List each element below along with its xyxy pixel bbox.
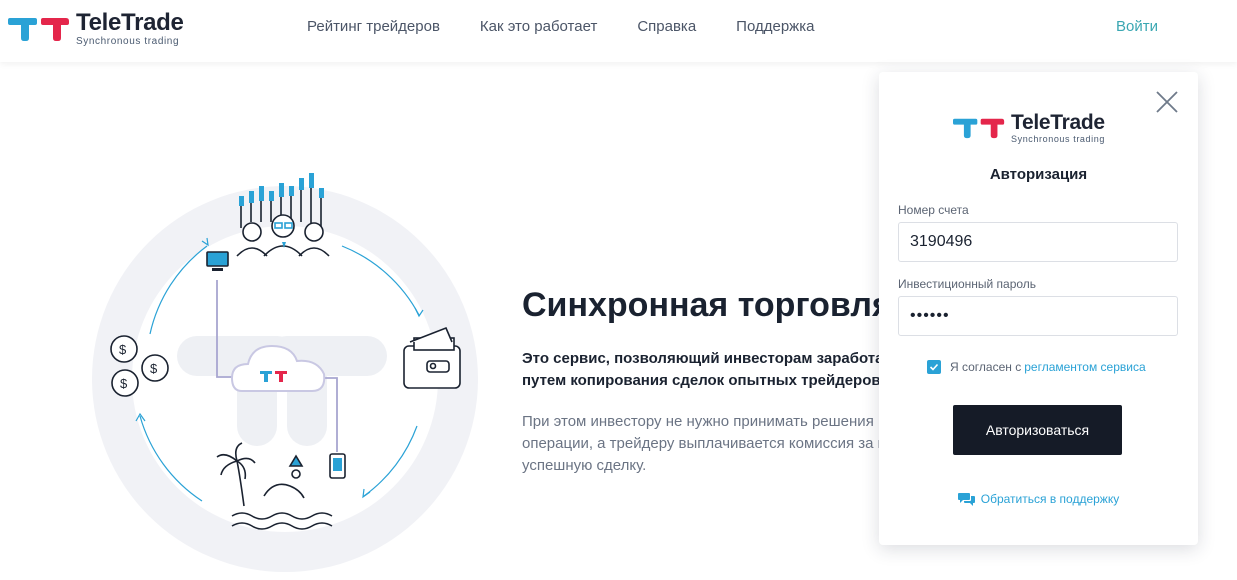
illustration-graphics: $ $ $	[110, 173, 461, 530]
login-link[interactable]: Войти	[1116, 18, 1158, 35]
nav-support[interactable]: Поддержка	[736, 18, 814, 35]
svg-text:$: $	[150, 361, 158, 376]
support-link[interactable]: Обратиться в поддержку	[879, 492, 1198, 506]
svg-text:$: $	[119, 342, 127, 357]
panel-logo: TeleTrade Synchronous trading	[953, 112, 1105, 144]
nav-traders-rating[interactable]: Рейтинг трейдеров	[307, 18, 440, 35]
teletrade-logo-icon	[8, 18, 69, 41]
traders-icon	[236, 173, 330, 257]
desktop-icon	[206, 251, 229, 271]
beach-icon	[216, 442, 333, 530]
support-label: Обратиться в поддержку	[980, 492, 1120, 506]
close-icon[interactable]	[1155, 90, 1179, 114]
phone-icon	[329, 453, 346, 479]
login-title: Авторизация	[989, 166, 1088, 183]
brand-tagline: Synchronous trading	[76, 36, 180, 47]
hero-title: Синхронная торговля	[522, 286, 892, 324]
brand-tagline: Synchronous trading	[1011, 134, 1105, 144]
brand-name: TeleTrade	[1011, 111, 1105, 134]
password-input[interactable]: ••••••	[898, 296, 1178, 336]
main-nav: Рейтинг трейдеров Как это работает Справ…	[307, 18, 814, 35]
page: TeleTrade Synchronous trading Рейтинг тр…	[0, 0, 1237, 580]
agree-text: Я согласен с	[950, 360, 1022, 374]
svg-text:$: $	[120, 376, 128, 391]
login-panel: TeleTrade Synchronous trading Авторизаци…	[879, 72, 1198, 545]
teletrade-logo-icon	[953, 118, 1005, 139]
service-rules-link[interactable]: регламентом сервиса	[1024, 360, 1145, 374]
nav-help[interactable]: Справка	[637, 18, 696, 35]
header-logo[interactable]: TeleTrade Synchronous trading	[8, 11, 184, 47]
checkmark-icon	[929, 363, 939, 371]
nav-how-it-works[interactable]: Как это работает	[480, 18, 597, 35]
authorize-button[interactable]: Авторизоваться	[953, 405, 1122, 455]
coins-icon: $ $ $	[110, 335, 169, 397]
top-header: TeleTrade Synchronous trading Рейтинг тр…	[0, 0, 1237, 62]
agree-row: Я согласен с регламентом сервиса	[927, 360, 1146, 374]
password-label: Инвестиционный пароль	[898, 277, 1037, 291]
wallet-icon	[403, 326, 461, 389]
agree-checkbox[interactable]	[927, 360, 941, 374]
chat-icon	[957, 493, 975, 506]
hero-illustration: $ $ $	[92, 173, 478, 572]
brand-name: TeleTrade	[76, 9, 184, 36]
account-label: Номер счета	[898, 203, 969, 217]
account-number-input[interactable]: 3190496	[898, 222, 1178, 262]
